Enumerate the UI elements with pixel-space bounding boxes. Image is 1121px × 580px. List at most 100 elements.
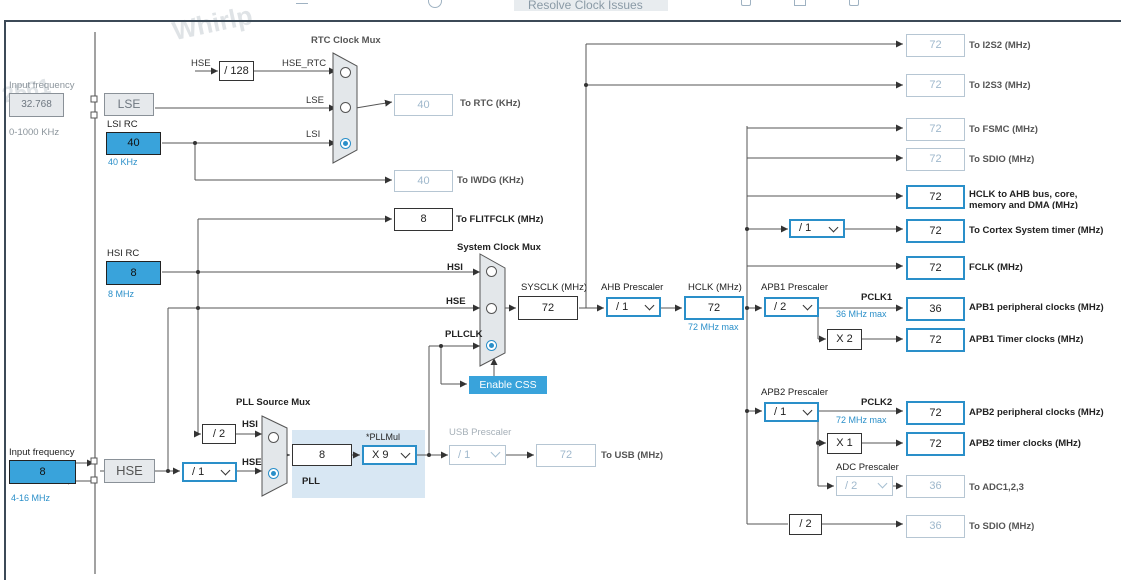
apb2-prescaler-label: APB2 Prescaler <box>761 387 829 398</box>
chevron-down-icon <box>220 465 231 476</box>
sysmux-hse-radio[interactable] <box>486 303 497 314</box>
sdio-divider: / 2 <box>789 514 822 535</box>
pll-src-mux-title: PLL Source Mux <box>236 397 311 408</box>
rtc-div128: / 128 <box>219 61 254 81</box>
rtc-lse-radio[interactable] <box>340 102 351 113</box>
rtc-output-value[interactable]: 40 <box>394 94 453 116</box>
chevron-down-icon <box>828 222 839 233</box>
chevron-down-icon <box>400 448 411 459</box>
lsi-rc-label: LSI RC <box>107 119 138 130</box>
pllmul-label: *PLLMul <box>366 432 401 442</box>
pll-src-hse-radio[interactable] <box>268 468 279 479</box>
rtc-output-label: To RTC (KHz) <box>460 98 521 109</box>
apb2-timer-mul: X 1 <box>827 433 862 454</box>
apb2-peripheral-output-value[interactable]: 72 <box>906 401 965 425</box>
adc-prescaler-label: ADC Prescaler <box>836 462 899 473</box>
sysmux-pllclk-radio[interactable] <box>486 340 497 351</box>
rtc-hse-label: HSE <box>191 58 211 69</box>
usb-prescaler-select[interactable]: / 1 <box>449 445 506 465</box>
apb1-timer-output-value[interactable]: 72 <box>906 328 965 352</box>
pllmul-select[interactable]: X 9 <box>362 445 417 465</box>
hsi-rc-freq: 8 MHz <box>108 289 135 299</box>
apb2-peripheral-output-label: APB2 peripheral clocks (MHz) <box>969 407 1104 418</box>
pll-input-value[interactable]: 8 <box>292 444 352 466</box>
usb-output-value[interactable]: 72 <box>536 444 596 467</box>
i2s2-output-label: To I2S2 (MHz) <box>969 40 1031 51</box>
lse-input-label: Input frequency <box>9 80 75 91</box>
apb2-timer-output-label: APB2 timer clocks (MHz) <box>969 438 1081 449</box>
hse-input-field[interactable]: 8 <box>9 460 76 484</box>
apb1-max: 36 MHz max <box>836 309 887 319</box>
pll-src-mux-shape <box>261 415 288 497</box>
hclk-ahb-output-value[interactable]: 72 <box>906 185 965 209</box>
fsmc-output-value[interactable]: 72 <box>906 118 965 141</box>
pll-src-hse-label: HSE <box>242 457 262 468</box>
hse-input-label: Input frequency <box>9 447 75 458</box>
iwdg-output-label: To IWDG (KHz) <box>457 175 524 186</box>
apb2-prescaler-select[interactable]: / 1 <box>764 402 819 422</box>
usb-prescaler-label: USB Prescaler <box>449 427 512 438</box>
lse-block[interactable]: LSE <box>104 93 154 116</box>
chevron-down-icon <box>644 300 655 311</box>
apb1-timer-mul: X 2 <box>827 329 862 350</box>
pll-src-hsi-radio[interactable] <box>268 432 279 443</box>
i2s3-output-label: To I2S3 (MHz) <box>969 80 1031 91</box>
hclk-label: HCLK (MHz) <box>688 282 742 293</box>
sysmux-hse-label: HSE <box>446 296 466 307</box>
iwdg-output-value[interactable]: 40 <box>394 170 453 192</box>
cortex-timer-divider-select[interactable]: / 1 <box>789 219 845 238</box>
lse-input-range: 0-1000 KHz <box>9 127 60 138</box>
sysmux-hsi-label: HSI <box>447 262 463 273</box>
sdio-apb-output-value[interactable]: 36 <box>906 515 965 538</box>
lse-input-field[interactable]: 32.768 <box>9 93 64 117</box>
sysclk-label: SYSCLK (MHz) <box>521 282 587 293</box>
apb1-prescaler-label: APB1 Prescaler <box>761 282 829 293</box>
enable-css-button[interactable]: Enable CSS <box>469 376 547 394</box>
hse-prediv-select[interactable]: / 1 <box>182 462 237 482</box>
ahb-prescaler-select[interactable]: / 1 <box>606 297 661 317</box>
lsi-rc-block[interactable]: 40 <box>106 132 161 155</box>
pclk2-label: PCLK2 <box>861 397 893 408</box>
sdio-apb-output-label: To SDIO (MHz) <box>969 521 1035 532</box>
apb1-prescaler-select[interactable]: / 2 <box>764 297 819 317</box>
hse-input-range: 4-16 MHz <box>11 493 51 503</box>
sysclk-mux-title: System Clock Mux <box>457 242 541 253</box>
apb2-max: 72 MHz max <box>836 415 887 425</box>
i2s2-output-value[interactable]: 72 <box>906 34 965 57</box>
apb1-timer-output-label: APB1 Timer clocks (MHz) <box>969 334 1084 345</box>
hsi-rc-block[interactable]: 8 <box>106 261 161 285</box>
apb1-peripheral-output-value[interactable]: 36 <box>906 297 965 321</box>
sysclk-value[interactable]: 72 <box>518 296 578 320</box>
hse-block[interactable]: HSE <box>104 459 155 483</box>
usb-output-label: To USB (MHz) <box>601 450 664 461</box>
flitf-output-label: To FLITFCLK (MHz) <box>456 214 544 225</box>
sysmux-hsi-radio[interactable] <box>486 266 497 277</box>
chevron-down-icon <box>877 478 888 489</box>
lsi-rc-freq: 40 KHz <box>108 157 138 167</box>
sdio-ahb-output-label: To SDIO (MHz) <box>969 154 1035 165</box>
chevron-down-icon <box>802 300 813 311</box>
adc-prescaler-select[interactable]: / 2 <box>836 476 893 496</box>
adc-output-value[interactable]: 36 <box>906 475 965 498</box>
pll-src-hsi-label: HSI <box>242 419 258 430</box>
i2s3-output-value[interactable]: 72 <box>906 74 965 97</box>
apb2-timer-output-value[interactable]: 72 <box>906 432 965 456</box>
rtc-hse-radio[interactable] <box>340 67 351 78</box>
hclk-value[interactable]: 72 <box>684 296 744 320</box>
adc-output-label: To ADC1,2,3 <box>969 482 1024 493</box>
sysmux-pllclk-label: PLLCLK <box>445 329 483 340</box>
rtc-hse-rtc-label: HSE_RTC <box>282 58 327 69</box>
rtc-mux-title: RTC Clock Mux <box>311 35 381 46</box>
cortex-timer-output-value[interactable]: 72 <box>906 219 965 243</box>
apb1-peripheral-output-label: APB1 peripheral clocks (MHz) <box>969 302 1104 313</box>
rtc-lse-label: LSE <box>306 95 324 106</box>
hsi-div2: / 2 <box>202 424 236 444</box>
rtc-lsi-radio[interactable] <box>340 138 351 149</box>
sdio-ahb-output-value[interactable]: 72 <box>906 148 965 171</box>
pclk1-label: PCLK1 <box>861 292 893 303</box>
chevron-down-icon <box>802 405 813 416</box>
ahb-prescaler-label: AHB Prescaler <box>601 282 664 293</box>
hclk-ahb-output-label: HCLK to AHB bus, core, memory and DMA (M… <box>969 189 1078 209</box>
fclk-output-value[interactable]: 72 <box>906 256 965 280</box>
flitf-output-value[interactable]: 8 <box>394 208 453 231</box>
